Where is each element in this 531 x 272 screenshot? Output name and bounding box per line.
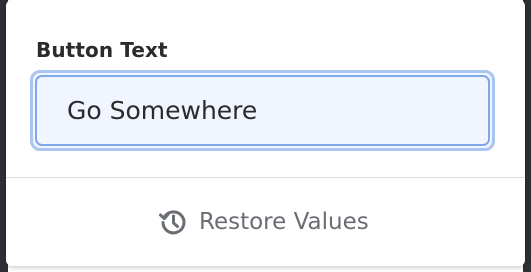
button-text-field-wrapper — [30, 70, 495, 151]
restore-values-label: Restore Values — [199, 209, 369, 235]
restore-values-button[interactable]: Restore Values — [157, 202, 369, 242]
footer-divider — [6, 177, 525, 178]
history-icon — [157, 206, 189, 238]
button-text-input[interactable] — [33, 73, 492, 148]
button-text-label: Button Text — [36, 38, 168, 62]
settings-popover: Button Text Restore Values — [6, 0, 525, 266]
